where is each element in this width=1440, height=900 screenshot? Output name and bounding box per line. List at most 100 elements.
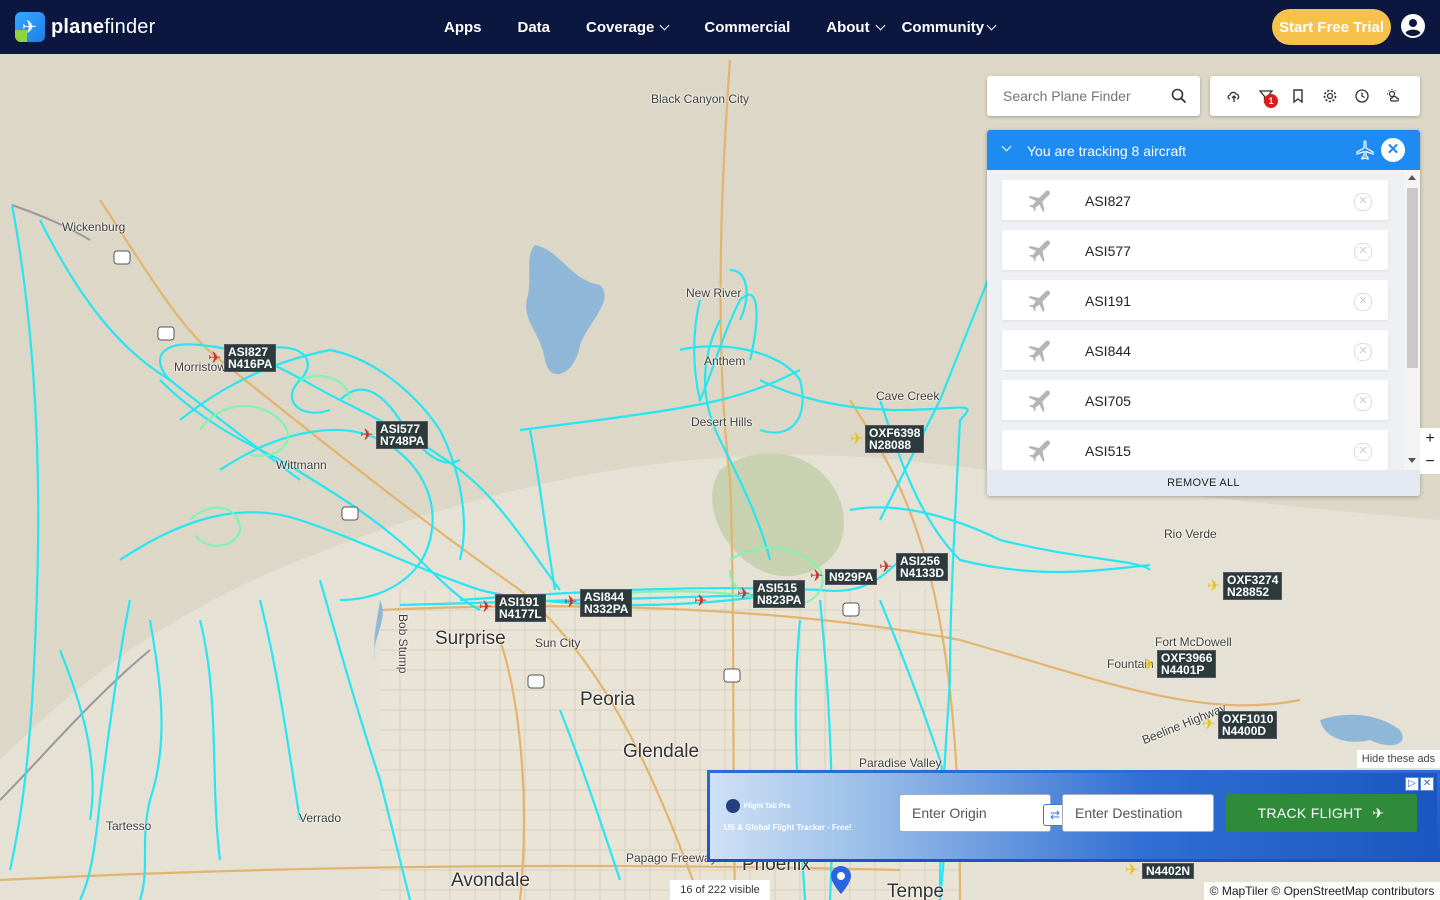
remove-item-icon[interactable]: ✕ xyxy=(1354,443,1372,461)
zoom-out-button[interactable]: − xyxy=(1420,451,1440,474)
list-scrollbar[interactable] xyxy=(1404,170,1420,470)
zoom-in-button[interactable]: + xyxy=(1420,428,1440,451)
list-item[interactable]: ASI515 ✕ xyxy=(1002,430,1388,470)
remove-item-icon[interactable]: ✕ xyxy=(1354,243,1372,261)
bookmark-icon[interactable] xyxy=(1290,88,1306,104)
aircraft-yellow-icon[interactable]: ✈ xyxy=(1202,717,1215,733)
destination-input[interactable]: Enter Destination xyxy=(1062,794,1214,832)
plane-outline-icon[interactable] xyxy=(1355,140,1375,160)
scroll-thumb[interactable] xyxy=(1407,188,1418,368)
track-flight-button[interactable]: TRACK FLIGHT ✈ xyxy=(1225,794,1417,832)
plane-silhouette-icon xyxy=(1028,340,1050,362)
nav-commercial[interactable]: Commercial xyxy=(704,19,790,36)
close-icon[interactable]: ✕ xyxy=(1420,777,1434,791)
scroll-up-icon[interactable] xyxy=(1408,175,1416,180)
scroll-down-icon[interactable] xyxy=(1408,458,1416,463)
brand-logo[interactable]: ✈ planefinder xyxy=(15,12,155,42)
ad-banner[interactable]: Flight Tab Pro US & Global Flight Tracke… xyxy=(707,770,1440,862)
place-label: Bob Stump xyxy=(396,614,410,674)
nav-apps[interactable]: Apps xyxy=(444,19,482,36)
tracking-panel: You are tracking 8 aircraft ✕ ASI827 ✕ A… xyxy=(987,130,1420,496)
ad-choices[interactable]: ▷ ✕ xyxy=(1404,773,1436,791)
place-label: Avondale xyxy=(451,870,530,891)
weather-icon[interactable] xyxy=(1386,88,1402,104)
gear-icon[interactable] xyxy=(1322,88,1338,104)
tracked-callsign: ASI705 xyxy=(1085,393,1131,409)
chevron-down-icon[interactable] xyxy=(1001,141,1012,152)
place-label: Black Canyon City xyxy=(651,92,750,106)
ad-brand: Flight Tab Pro xyxy=(726,799,791,813)
plane-silhouette-icon xyxy=(1028,390,1050,412)
aircraft-label[interactable]: ASI827 N416PA xyxy=(224,344,277,372)
place-label: Glendale xyxy=(623,741,700,762)
chevron-down-icon xyxy=(659,20,670,30)
hide-ads-link[interactable]: Hide these ads xyxy=(1357,750,1440,768)
plane-silhouette-icon xyxy=(1028,290,1050,312)
history-icon[interactable] xyxy=(1354,88,1370,104)
aircraft-red-icon[interactable]: ✈ xyxy=(694,594,707,610)
start-free-trial-button[interactable]: Start Free Trial xyxy=(1272,9,1391,45)
aircraft-red-icon[interactable]: ✈ xyxy=(810,569,823,585)
ad-info-icon[interactable]: ▷ xyxy=(1405,777,1419,791)
place-label: Rio Verde xyxy=(1164,527,1217,541)
place-label: Cave Creek xyxy=(876,389,940,403)
tracking-title: You are tracking 8 aircraft xyxy=(1027,143,1187,159)
nav-about[interactable]: About xyxy=(826,19,886,36)
list-item[interactable]: ASI191 ✕ xyxy=(1002,280,1388,320)
aircraft-red-icon[interactable]: ✈ xyxy=(360,428,373,444)
map-toolbar xyxy=(1210,76,1420,116)
aircraft-yellow-icon[interactable]: ✈ xyxy=(1142,658,1155,674)
user-circle-icon[interactable] xyxy=(1401,14,1425,38)
aircraft-label[interactable]: N4402N xyxy=(1142,863,1195,879)
tracked-callsign: ASI827 xyxy=(1085,193,1131,209)
aircraft-label[interactable]: OXF1010 N4400D xyxy=(1218,711,1278,739)
aircraft-label[interactable]: ASI515 N823PA xyxy=(753,580,806,608)
place-label: Desert Hills xyxy=(691,415,753,429)
aircraft-red-icon[interactable]: ✈ xyxy=(879,560,892,576)
list-item[interactable]: ASI827 ✕ xyxy=(1002,180,1388,220)
remove-item-icon[interactable]: ✕ xyxy=(1354,343,1372,361)
aircraft-label[interactable]: OXF6398 N28088 xyxy=(865,425,925,453)
nav-links: Apps Data Coverage Commercial About Comm… xyxy=(426,0,1013,54)
nav-coverage[interactable]: Coverage xyxy=(586,19,670,36)
aircraft-label[interactable]: ASI191 N4177L xyxy=(495,594,546,622)
map-attribution[interactable]: © MapTiler © OpenStreetMap contributors xyxy=(1204,882,1440,900)
search-input[interactable] xyxy=(1001,87,1165,105)
list-item[interactable]: ASI577 ✕ xyxy=(1002,230,1388,270)
aircraft-label[interactable]: OXF3966 N4401P xyxy=(1157,650,1217,678)
place-label: Anthem xyxy=(704,354,746,368)
remove-item-icon[interactable]: ✕ xyxy=(1354,193,1372,211)
aircraft-red-icon[interactable]: ✈ xyxy=(564,595,577,611)
cloud-upload-icon[interactable] xyxy=(1226,88,1242,104)
tracking-panel-header[interactable]: You are tracking 8 aircraft ✕ xyxy=(987,130,1420,170)
place-label: Verrado xyxy=(299,811,342,825)
aircraft-label[interactable]: OXF3274 N28852 xyxy=(1223,572,1283,600)
tracked-callsign: ASI515 xyxy=(1085,443,1131,459)
aircraft-label[interactable]: ASI577 N748PA xyxy=(376,421,429,449)
location-pin-icon[interactable] xyxy=(831,866,851,894)
place-label: New River xyxy=(686,286,742,300)
aircraft-yellow-icon[interactable]: ✈ xyxy=(1125,863,1138,879)
nav-community[interactable]: Community xyxy=(902,19,997,36)
tracked-aircraft-list: ASI827 ✕ ASI577 ✕ ASI191 ✕ ASI844 ✕ ASI7… xyxy=(1002,180,1388,480)
plane-silhouette-icon xyxy=(1028,240,1050,262)
remove-item-icon[interactable]: ✕ xyxy=(1354,393,1372,411)
remove-item-icon[interactable]: ✕ xyxy=(1354,293,1372,311)
aircraft-label[interactable]: ASI256 N4133D xyxy=(896,553,949,581)
aircraft-red-icon[interactable]: ✈ xyxy=(208,351,221,367)
aircraft-red-icon[interactable]: ✈ xyxy=(737,587,750,603)
nav-data[interactable]: Data xyxy=(518,19,551,36)
aircraft-label[interactable]: ASI844 N332PA xyxy=(580,589,633,617)
aircraft-yellow-icon[interactable]: ✈ xyxy=(850,432,863,448)
remove-all-button[interactable]: REMOVE ALL xyxy=(987,470,1420,496)
list-item[interactable]: ASI844 ✕ xyxy=(1002,330,1388,370)
origin-input[interactable]: Enter Origin xyxy=(899,794,1051,832)
aircraft-red-icon[interactable]: ✈ xyxy=(479,600,492,616)
close-panel-button[interactable]: ✕ xyxy=(1381,138,1405,162)
aircraft-label[interactable]: N929PA xyxy=(825,569,878,585)
aircraft-yellow-icon[interactable]: ✈ xyxy=(1207,579,1220,595)
place-label: Wickenburg xyxy=(62,220,126,234)
list-item[interactable]: ASI705 ✕ xyxy=(1002,380,1388,420)
search-icon[interactable] xyxy=(1171,88,1187,104)
ad-tagline: US & Global Flight Tracker - Free! xyxy=(724,823,852,832)
